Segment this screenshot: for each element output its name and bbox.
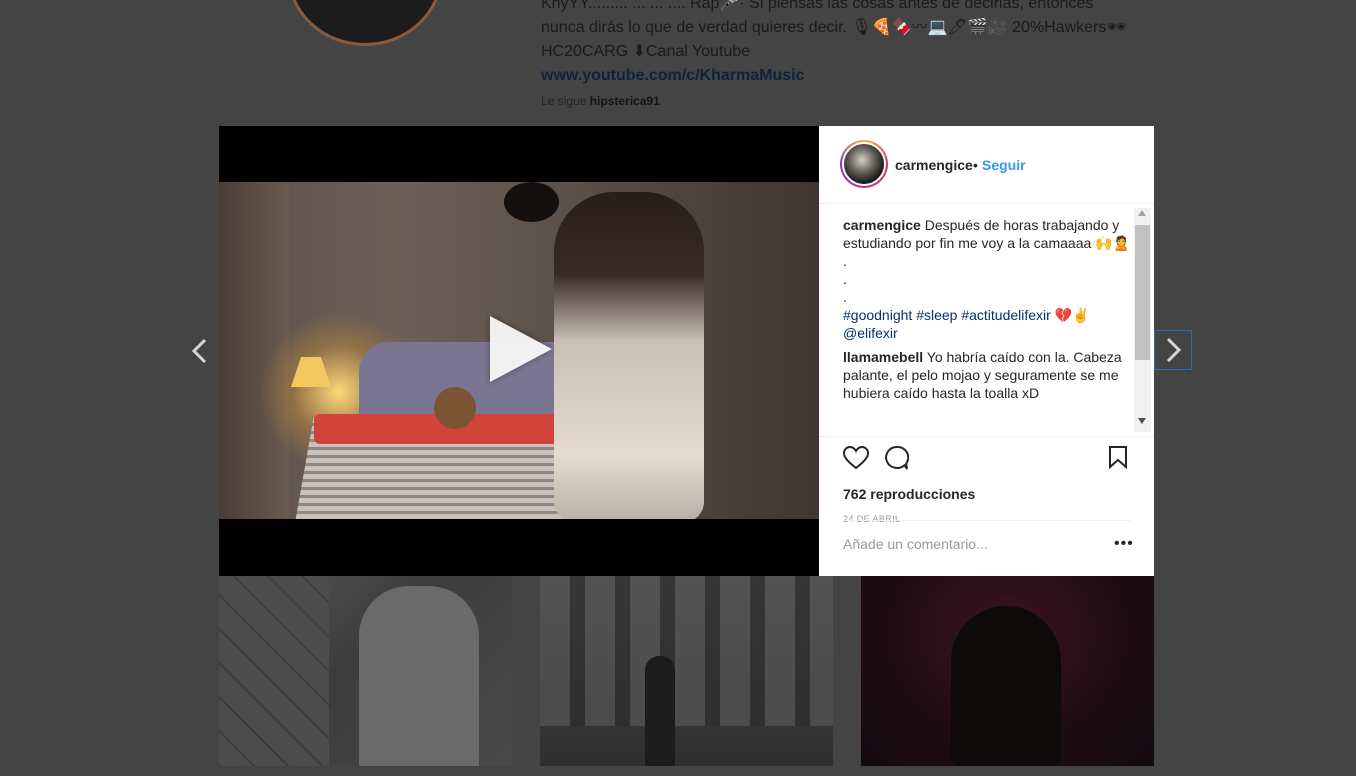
hashtag-link[interactable]: #goodnight [843,307,912,323]
bio-line: HC20CARG ⬇Canal Youtube [541,43,751,60]
hashtag-emoji: 💔✌ [1054,307,1090,323]
post-username[interactable]: carmengice [895,157,973,173]
comment-input[interactable] [843,533,1083,555]
followed-by-label: Le sigue [541,94,587,108]
like-button[interactable] [842,445,870,475]
play-icon[interactable] [490,316,552,382]
previous-post-button[interactable] [187,336,213,366]
caption-dot: . [843,253,847,269]
comment-username[interactable]: llamamebell [843,349,923,365]
caption: carmengice Después de horas trabajando y… [843,216,1133,342]
profile-avatar [287,0,443,46]
hashtag-link[interactable]: #actitudelifexir [961,307,1051,323]
avatar[interactable] [840,140,888,188]
profile-link[interactable]: www.youtube.com/c/KharmaMusic [541,64,1141,88]
comment: llamamebell Yo habría caído con la. Cabe… [843,348,1133,402]
bio-line: KhyYY......... ... ... .... Rap🎤· Si pie… [541,0,1094,12]
caption-dot: . [843,271,847,287]
followed-by: Le sigue hipsterica91 [541,94,660,108]
profile-bio: KhyYY......... ... ... .... Rap🎤· Si pie… [541,0,1141,88]
scroll-down-arrow[interactable] [1138,418,1146,424]
chevron-left-icon [191,338,207,364]
next-post-button[interactable] [1154,330,1192,370]
comment-icon [885,445,910,470]
grid-post-thumbnail[interactable] [219,576,512,766]
hashtag-link[interactable]: #sleep [916,307,957,323]
avatar-image [842,142,886,186]
separator-dot: • [973,157,978,173]
followed-by-user[interactable]: hipsterica91 [590,94,660,108]
follow-button[interactable]: Seguir [982,157,1026,173]
caption-username[interactable]: carmengice [843,217,921,233]
scroll-up-arrow[interactable] [1138,210,1146,216]
grid-post-thumbnail[interactable] [861,576,1154,766]
comment-button[interactable] [883,445,910,476]
bio-line: nunca dirás lo que de verdad quieres dec… [541,19,1127,36]
save-button[interactable] [1108,445,1128,474]
view-count[interactable]: 762 reproducciones [843,486,975,502]
more-options-button[interactable]: ••• [1114,535,1134,553]
mention-link[interactable]: @elifexir [843,325,898,341]
heart-icon [842,445,870,470]
video-player[interactable] [219,126,819,576]
chevron-right-icon [1166,337,1182,363]
comments-scrollbar[interactable] [1134,208,1151,432]
comments-list[interactable]: carmengice Después de horas trabajando y… [843,216,1133,434]
bookmark-icon [1109,446,1127,470]
grid-post-thumbnail[interactable] [540,576,833,766]
post-details-panel: carmengice • Seguir carmengice Después d… [819,126,1154,576]
caption-dot: . [843,289,847,305]
post-header: carmengice • Seguir [819,126,1154,204]
add-comment-section: ••• [843,520,1133,577]
scroll-thumb[interactable] [1135,225,1150,360]
